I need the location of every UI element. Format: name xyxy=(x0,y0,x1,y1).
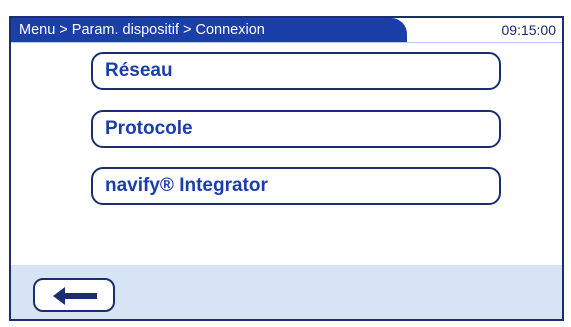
network-button[interactable]: Réseau xyxy=(91,52,501,90)
title-divider xyxy=(11,42,562,43)
back-button[interactable] xyxy=(33,278,115,312)
protocol-button[interactable]: Protocole xyxy=(91,110,501,148)
navify-integrator-button[interactable]: navify® Integrator xyxy=(91,167,501,205)
breadcrumb: Menu > Param. dispositif > Connexion xyxy=(11,18,407,42)
arrow-left-icon xyxy=(53,287,97,305)
clock: 09:15:00 xyxy=(501,22,557,38)
title-bar: Menu > Param. dispositif > Connexion 09:… xyxy=(11,18,562,43)
device-screen: Menu > Param. dispositif > Connexion 09:… xyxy=(9,16,564,321)
footer-bar xyxy=(11,265,562,319)
